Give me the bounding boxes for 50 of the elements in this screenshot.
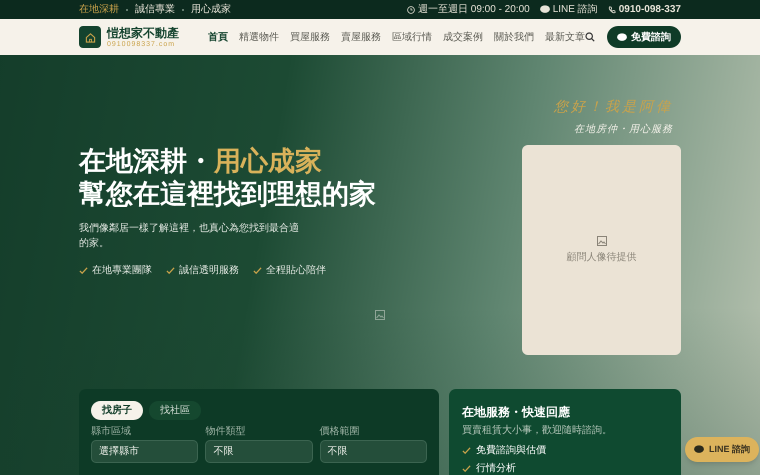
- broken-image-icon: [375, 310, 385, 320]
- select-field[interactable]: 選擇縣市: [91, 440, 198, 463]
- line-link[interactable]: LINE 諮詢: [540, 2, 598, 17]
- nav-link[interactable]: 精選物件: [239, 30, 279, 44]
- portrait-caption: 顧問人像待提供: [566, 250, 636, 264]
- greeting-subtitle: 在地房仲・用心服務: [574, 122, 674, 137]
- field-label: 物件類型: [205, 426, 246, 438]
- feature-text: 全程貼心陪伴: [266, 264, 326, 278]
- search-tab[interactable]: 找社區: [149, 401, 201, 420]
- nav-link[interactable]: 賣屋服務: [341, 30, 381, 44]
- nav-link[interactable]: 首頁: [208, 30, 228, 44]
- select-field[interactable]: 不限: [320, 440, 427, 463]
- nav-link[interactable]: 成交案例: [443, 30, 483, 44]
- search-tab[interactable]: 找房子: [91, 401, 143, 420]
- check-icon: [166, 266, 175, 275]
- brand-name: 愷想家不動產: [107, 26, 179, 38]
- feature-text: 在地專業團隊: [92, 264, 152, 278]
- clock-icon: [406, 6, 415, 14]
- chat-icon: [694, 445, 704, 454]
- service-item: 行情分析: [476, 462, 516, 475]
- logo-icon: [79, 26, 101, 48]
- line-consult-button[interactable]: LINE 諮詢: [685, 437, 760, 462]
- search-button[interactable]: [585, 32, 595, 42]
- greeting-script: 您好！我是阿偉: [554, 98, 674, 117]
- hero-description: 我們像鄰居一樣了解這裡，也真心為您找到最合適的家。: [79, 222, 300, 251]
- tagline-text: 用心成家: [191, 2, 231, 17]
- service-item: 免費諮詢與估價: [476, 444, 546, 458]
- nav-link[interactable]: 區域行情: [392, 30, 432, 44]
- search-icon: [585, 32, 595, 42]
- chat-icon: [617, 32, 627, 42]
- image-icon: [596, 236, 606, 246]
- check-icon: [253, 266, 262, 275]
- service-title: 在地服務・快速回應: [462, 404, 571, 421]
- nav-link[interactable]: 關於我們: [494, 30, 534, 44]
- hero-headline: 在地深耕・用心成家 幫您在這裡找到理想的家: [79, 145, 377, 211]
- phone-link[interactable]: 0910-098-337: [608, 2, 681, 17]
- chat-icon: [540, 5, 550, 14]
- field-label: 縣市區域: [91, 426, 132, 438]
- hours-text: 週一至週日 09:00 - 20:00: [418, 3, 530, 17]
- feature-text: 誠信透明服務: [179, 264, 239, 278]
- tagline-text: 誠信專業: [135, 2, 175, 17]
- free-consult-button[interactable]: 免費諮詢: [607, 26, 681, 48]
- service-subtitle: 買賣租賃大小事，歡迎隨時諮詢。: [462, 424, 613, 438]
- field-label: 價格範圍: [320, 426, 361, 438]
- phone-icon: [608, 6, 616, 14]
- check-icon: [79, 266, 88, 275]
- nav-link[interactable]: 買屋服務: [290, 30, 330, 44]
- select-field[interactable]: 不限: [205, 440, 313, 463]
- nav-link[interactable]: 最新文章: [545, 30, 585, 44]
- tagline-text: 在地深耕: [79, 2, 119, 17]
